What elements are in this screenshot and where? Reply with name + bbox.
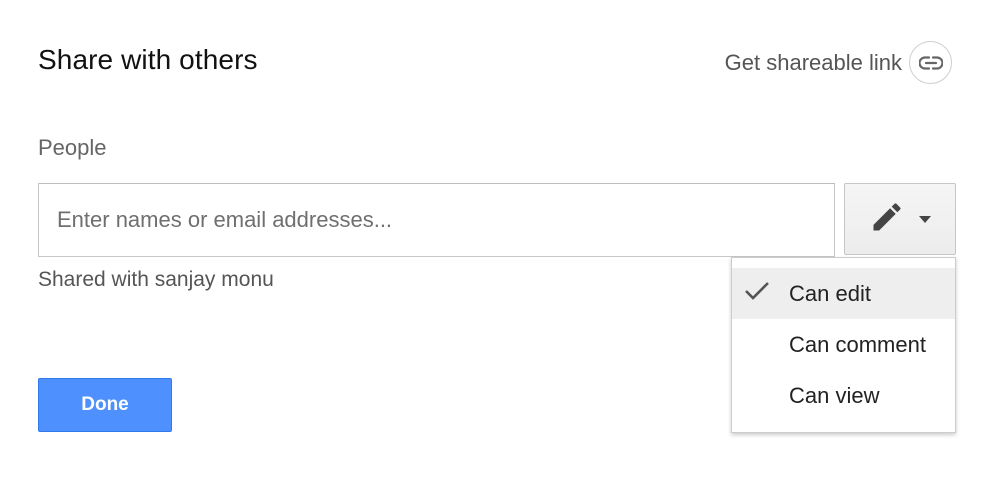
dialog-title: Share with others (38, 44, 258, 75)
menu-item-label: Can edit (789, 280, 871, 306)
pencil-icon (869, 199, 905, 240)
shared-with-text: Shared with sanjay monu (38, 268, 274, 291)
menu-item-label: Can view (789, 382, 880, 408)
done-button[interactable]: Done (38, 378, 172, 432)
permission-dropdown-button[interactable] (844, 183, 956, 255)
people-label: People (38, 135, 107, 160)
menu-item-can-view[interactable]: Can view (732, 370, 955, 421)
menu-item-can-edit[interactable]: Can edit (732, 268, 955, 319)
share-dialog: Share with others Get shareable link Peo… (0, 0, 993, 478)
people-input[interactable] (38, 183, 835, 257)
menu-item-can-comment[interactable]: Can comment (732, 319, 955, 370)
get-shareable-link-button[interactable]: Get shareable link (725, 41, 952, 84)
checkmark-icon (744, 281, 770, 307)
chevron-down-icon (919, 210, 931, 228)
get-shareable-link-label: Get shareable link (724, 49, 902, 75)
link-icon[interactable] (909, 41, 952, 84)
menu-item-label: Can comment (789, 331, 926, 357)
permission-menu: Can edit Can comment Can view (731, 257, 956, 433)
